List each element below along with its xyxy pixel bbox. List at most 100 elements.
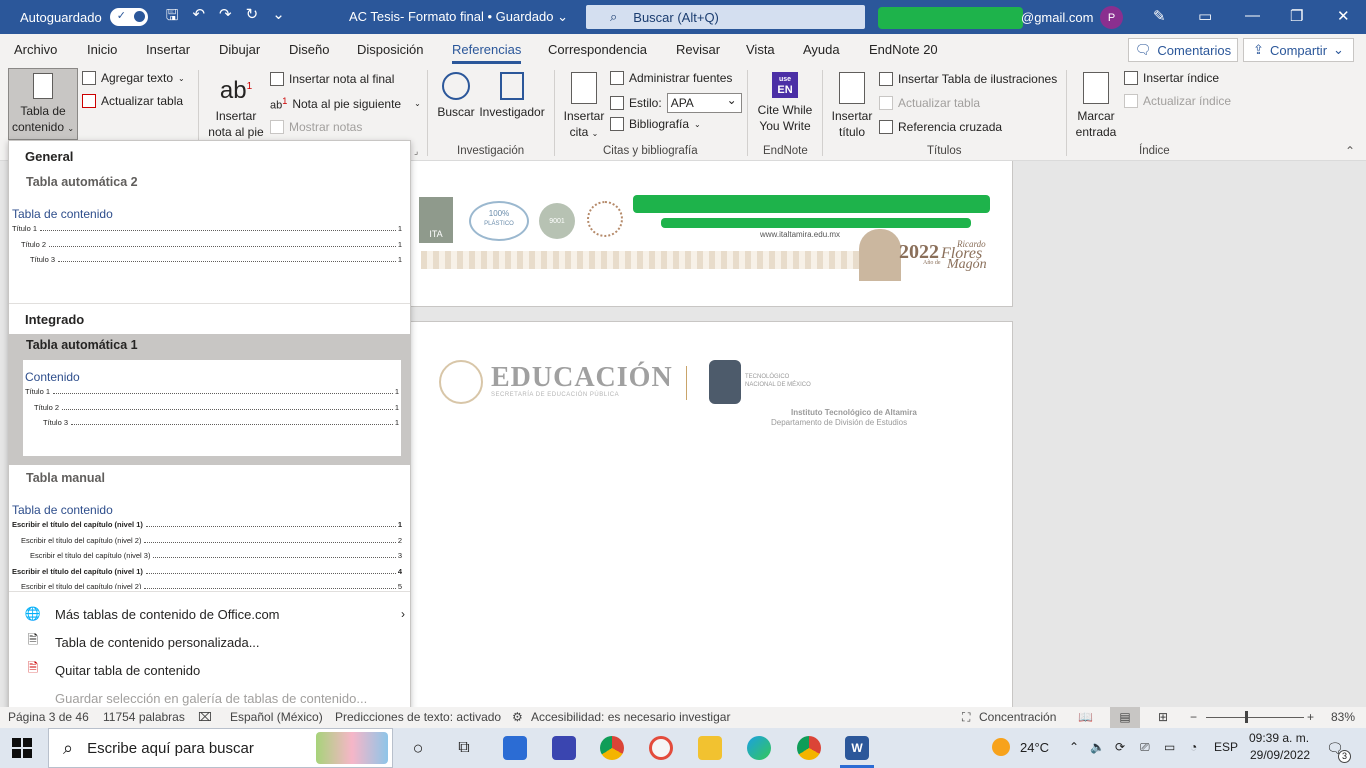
chrome-profile-icon[interactable] [797,736,821,760]
update-table-button[interactable]: Actualizar tabla [82,94,183,108]
insert-index-button[interactable]: Insertar índice [1124,71,1219,85]
insert-footnote-button[interactable]: ab1 Insertar nota al pie [203,72,269,140]
zoom-in-icon[interactable]: + [1307,710,1314,724]
search-button[interactable]: Buscar [434,72,478,120]
search-box[interactable]: ⌕ Buscar (Alt+Q) [586,5,865,29]
customize-toolbar-icon[interactable]: ⌄ [272,5,285,30]
clock-time[interactable]: 09:39 a. m. [1249,731,1309,745]
clock-date[interactable]: 29/09/2022 [1250,748,1310,762]
device-icon[interactable]: ⎚ [1140,740,1150,755]
volume-icon[interactable]: 🔈 [1090,740,1105,754]
task-view-icon[interactable]: ⧉ [452,736,476,760]
table-of-contents-button[interactable]: Tabla de contenido ⌄ [8,68,78,140]
zoom-out-icon[interactable]: − [1190,710,1197,724]
remove-toc-item[interactable]: 🗎 Quitar tabla de contenido [19,657,409,683]
bibliography-button[interactable]: Bibliografía ⌄ [610,117,701,131]
insert-caption-button[interactable]: Insertar título [829,72,875,140]
cortana-icon[interactable]: ○ [406,736,430,760]
word-count[interactable]: 11754 palabras [103,710,185,724]
dialog-launcher-icon[interactable]: ⌟ [414,146,418,157]
language-indicator[interactable]: ESP [1214,740,1238,754]
zoom-level[interactable]: 83% [1331,710,1355,724]
tab-archivo[interactable]: Archivo [14,42,57,57]
tab-revisar[interactable]: Revisar [676,42,720,57]
add-text-button[interactable]: Agregar texto ⌄ [82,71,185,85]
toc-option-manual[interactable]: Tabla manual Tabla de contenido Escribir… [9,467,410,589]
weather-icon[interactable] [992,738,1010,756]
sync-icon[interactable]: ⟳ [1115,740,1125,754]
avatar[interactable]: P [1100,6,1123,29]
document-title[interactable]: AC Tesis- Formato final • Guardado ⌄ [349,9,568,25]
insert-citation-button[interactable]: Insertar cita ⌄ [562,72,606,142]
print-layout-icon[interactable]: ▤ [1110,707,1140,728]
word-icon[interactable]: W [845,736,869,760]
autosave[interactable]: Autoguardado ✓ [20,8,148,26]
tab-inicio[interactable]: Inicio [87,42,117,57]
autosave-toggle[interactable]: ✓ [109,8,148,26]
page-count[interactable]: Página 3 de 46 [8,710,89,724]
mail-icon[interactable] [503,736,527,760]
battery-icon[interactable]: ▭ [1164,740,1175,754]
update-figures-table-button[interactable]: Actualizar tabla [879,96,980,110]
repeat-icon[interactable]: ↻ [246,5,259,30]
undo-icon[interactable]: ↶ [192,5,205,30]
tab-ayuda[interactable]: Ayuda [803,42,840,57]
tray-chevron-icon[interactable]: ⌃ [1069,740,1079,754]
custom-toc-item[interactable]: 🗎 Tabla de contenido personalizada... [19,629,409,655]
tab-dibujar[interactable]: Dibujar [219,42,260,57]
update-index-button[interactable]: Actualizar índice [1124,94,1231,108]
minimize-icon[interactable]: — [1245,7,1260,24]
weather-temp[interactable]: 24°C [1020,740,1049,755]
search-icon: ⌕ [63,737,74,758]
page-current[interactable]: EDUCACIÓN SECRETARÍA DE EDUCACIÓN PÚBLIC… [410,321,1013,721]
restore-icon[interactable]: ❐ [1290,7,1303,25]
show-notes-button[interactable]: Mostrar notas [270,120,362,134]
zoom-slider[interactable] [1206,717,1304,718]
windows-start-icon[interactable] [12,738,32,758]
ribbon-display-icon[interactable]: ▭ [1198,7,1212,25]
style-dropdown[interactable]: APA [666,91,742,113]
page-header-previous[interactable]: ITA 100% PLÁSTICO 9001 www.italtamira.edu… [410,161,1013,307]
wifi-icon[interactable]: ◔ [1190,740,1197,754]
taskbar-search[interactable]: ⌕ Escribe aquí para buscar [48,728,393,768]
manage-sources-button[interactable]: Administrar fuentes [610,71,732,85]
proofing-icon[interactable]: ⌧ [198,710,212,724]
redo-icon[interactable]: ↷ [219,5,232,30]
chrome-icon[interactable] [600,736,624,760]
insert-table-figures-button[interactable]: Insertar Tabla de ilustraciones [879,72,1057,86]
next-footnote-button[interactable]: ab1 Nota al pie siguiente ⌄ [270,96,421,112]
browser-icon[interactable] [649,736,673,760]
tab-insertar[interactable]: Insertar [146,42,190,57]
cross-reference-button[interactable]: Referencia cruzada [879,120,1002,134]
collapse-ribbon-icon[interactable]: ⌃ [1345,144,1355,158]
save-icon[interactable]: 🖫 [166,5,179,30]
pen-icon[interactable]: ✎ [1153,7,1166,25]
tab-correspondencia[interactable]: Correspondencia [548,42,647,57]
researcher-button[interactable]: Investigador [478,72,546,120]
tab-disposicion[interactable]: Disposición [357,42,423,57]
language[interactable]: Español (México) [230,710,323,724]
insert-endnote-button[interactable]: Insertar nota al final [270,72,394,86]
accessibility-status[interactable]: Accesibilidad: es necesario investigar [531,710,730,724]
file-explorer-icon[interactable] [698,736,722,760]
tab-endnote[interactable]: EndNote 20 [869,42,938,57]
focus-mode[interactable]: Concentración [979,710,1056,724]
more-office-tocs-item[interactable]: 🌐 Más tablas de contenido de Office.com › [19,601,409,627]
mark-entry-button[interactable]: Marcar entrada [1072,72,1120,140]
web-layout-icon[interactable]: ⊞ [1158,710,1168,724]
app-icon[interactable] [552,736,576,760]
toc-option-auto2[interactable]: Tabla automática 2 Tabla de contenido Tí… [9,171,410,301]
edge-icon[interactable] [747,736,771,760]
tab-vista[interactable]: Vista [746,42,775,57]
toc-option-auto1[interactable]: Tabla automática 1 Contenido Título 1 1 T… [9,334,410,465]
style-select[interactable]: Estilo: APA [610,91,742,113]
zoom-slider-thumb[interactable] [1245,711,1248,723]
share-button[interactable]: ⇪ Compartir ⌄ [1243,38,1354,62]
cite-while-you-write-button[interactable]: use EN Cite While You Write [754,72,816,134]
close-icon[interactable]: ✕ [1337,7,1350,25]
tab-diseno[interactable]: Diseño [289,42,329,57]
comments-button[interactable]: 🗨 Comentarios [1128,38,1238,62]
text-predictions[interactable]: Predicciones de texto: activado [335,710,501,724]
read-mode-icon[interactable]: 📖 [1078,710,1093,724]
tab-referencias[interactable]: Referencias [452,42,522,64]
